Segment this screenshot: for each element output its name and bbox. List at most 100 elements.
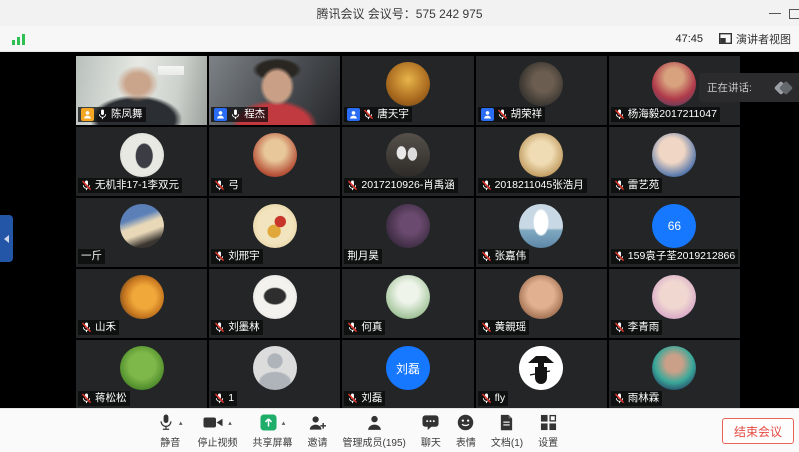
expand-arrow[interactable]: ▴ [228,419,232,427]
muted-mic-icon [214,392,225,405]
invite-icon [308,414,327,431]
members-icon [366,414,383,431]
toolbar-item-label: 表情 [456,434,476,449]
participant-avatar [386,133,430,177]
meeting-timer: 47:45 [675,33,703,45]
participant-name: 张嘉伟 [495,249,527,264]
participant-tile[interactable]: 雷艺苑 [609,127,740,196]
participant-name: 刘墨林 [228,320,260,335]
participant-tile[interactable]: 2017210926-肖禹涵 [342,127,473,196]
participant-name: 程杰 [244,107,265,122]
participant-tile[interactable]: 陈凤舞 [76,56,207,125]
participant-tile[interactable]: 张嘉伟 [476,198,607,267]
participant-name: 159袁子荃2019212866 [628,249,735,264]
participant-name-label: 程杰 [211,107,268,122]
participant-avatar [120,275,164,319]
settings-icon [540,414,557,431]
toolbar-emoji-button[interactable]: 表情 [456,413,476,449]
video-stage: 陈凤舞程杰 唐天宇 胡荣祥杨海毅2017211047 无机非17-1李双元弓 20172… [0,52,799,408]
toolbar-stop-video-button[interactable]: ▴ 停止视频 [198,413,238,449]
participant-tile[interactable]: 胡荣祥 [476,56,607,125]
muted-mic-icon [81,179,92,192]
video-grid: 陈凤舞程杰 唐天宇 胡荣祥杨海毅2017211047 无机非17-1李双元弓 20172… [76,56,740,409]
toolbar-chat-button[interactable]: 聊天 [421,413,441,449]
participant-avatar [253,346,297,390]
participant-tile[interactable]: 2018211045张浩月 [476,127,607,196]
toolbar-invite-button[interactable]: 邀请 [308,413,328,449]
muted-mic-icon [214,321,225,334]
toolbar-item-label: 共享屏幕 [253,434,293,449]
avatar-text: 刘磊 [396,360,420,377]
expand-arrow[interactable]: ▴ [179,419,183,427]
participant-tile[interactable]: 刘墨林 [209,269,340,338]
window-controls [765,0,799,26]
participant-name: 雨林霖 [628,391,660,406]
role-badge-icon [481,108,494,121]
toolbar-items: ▴静音▴停止视频▴共享屏幕邀请管理成员(195)聊天表情文档(1)设置 [158,413,558,449]
toolbar-item-label: 聊天 [421,434,441,449]
participant-tile[interactable]: 刘磊刘磊 [342,340,473,409]
maximize-button[interactable] [785,0,799,26]
participant-tile[interactable]: 山禾 [76,269,207,338]
toolbar-settings-button[interactable]: 设置 [538,413,558,449]
participant-name: 唐天宇 [377,107,409,122]
tencent-meeting-window: 腾讯会议 会议号：575 242 975 47:45 演讲者视图 陈凤舞程杰唐天… [0,0,799,452]
muted-mic-icon [214,179,225,192]
muted-mic-icon [214,250,225,263]
participant-tile[interactable]: 程杰 [209,56,340,125]
avatar-text: 66 [668,219,681,233]
participant-tile[interactable]: 1 [209,340,340,409]
participant-avatar [253,275,297,319]
participant-tile[interactable]: fly [476,340,607,409]
participant-tile[interactable]: 66 159袁子荃2019212866 [609,198,740,267]
expand-arrow[interactable]: ▴ [282,419,286,427]
participant-tile[interactable]: 李青雨 [609,269,740,338]
participant-name: 黄親瑶 [495,320,527,335]
network-signal-icon [12,33,26,45]
muted-mic-icon [614,392,625,405]
participant-tile[interactable]: 荆月昊 [342,198,473,267]
participant-name-label: 1 [211,391,237,406]
participant-name: 2017210926-肖禹涵 [361,178,454,193]
participant-tile[interactable]: 弓 [209,127,340,196]
participant-tile[interactable]: 一斤 [76,198,207,267]
toolbar-item-label: 管理成员(195) [343,434,406,449]
smiley-icon [457,414,474,431]
participant-tile[interactable]: 黄親瑶 [476,269,607,338]
participant-tile[interactable]: 雨林霖 [609,340,740,409]
participant-avatar [519,62,563,106]
participant-name: 刘邢宇 [228,249,260,264]
participant-avatar [519,204,563,248]
participant-name-label: 山禾 [78,320,119,335]
speaker-view-button[interactable]: 演讲者视图 [719,31,791,47]
speaker-view-icon [719,33,732,44]
participant-name-label: 何真 [344,320,385,335]
end-meeting-button[interactable]: 结束会议 [722,418,794,444]
toolbar-item-label: 设置 [538,434,558,449]
participant-tile[interactable]: 唐天宇 [342,56,473,125]
toolbar-members-button[interactable]: 管理成员(195) [343,413,406,449]
participant-tile[interactable]: 何真 [342,269,473,338]
participant-avatar: 刘磊 [386,346,430,390]
toolbar-share-screen-button[interactable]: ▴ 共享屏幕 [253,413,293,449]
share-icon [260,414,277,431]
sidebar-collapse-tab[interactable] [0,215,13,262]
participant-tile[interactable]: 蒋松松 [76,340,207,409]
minimize-button[interactable] [765,0,785,26]
toolbar-docs-button[interactable]: 文档(1) [491,413,523,449]
participant-avatar [652,346,696,390]
participant-tile[interactable]: 刘邢宇 [209,198,340,267]
participant-name: 雷艺苑 [628,178,660,193]
participant-tile[interactable]: 无机非17-1李双元 [76,127,207,196]
participant-name: 山禾 [95,320,116,335]
mic-icon [97,108,108,121]
muted-mic-icon [481,250,492,263]
muted-mic-icon [347,179,358,192]
muted-mic-icon [363,108,374,121]
now-speaking-overlay: 正在讲话: [699,73,799,102]
muted-mic-icon [481,179,492,192]
toolbar-mute-button[interactable]: ▴静音 [158,413,183,449]
participant-name-label: 杨海毅2017211047 [611,107,720,122]
participant-name: 何真 [361,320,382,335]
toolbar-item-label: 停止视频 [198,434,238,449]
